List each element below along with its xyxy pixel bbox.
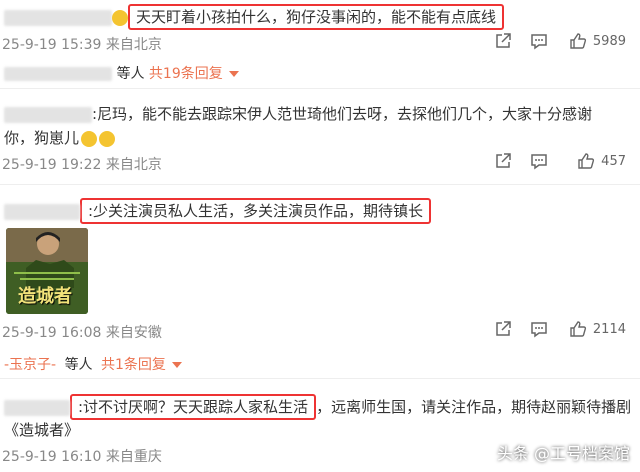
view-replies-link[interactable]: 共19条回复 <box>149 66 239 82</box>
comment-text-line-1: :尼玛，能不能去跟踪宋伊人范世琦他们去呀，去探他们几个，大家十分感谢 <box>92 105 593 123</box>
share-icon <box>496 153 511 168</box>
comment-actions: 5989 <box>482 32 626 50</box>
comment-icon <box>531 34 547 50</box>
comment-time: 25-9-19 16:08 <box>2 325 102 341</box>
like-button[interactable]: 2114 <box>554 320 626 338</box>
comment-icon <box>531 154 547 170</box>
share-button[interactable] <box>488 320 518 338</box>
like-icon <box>570 321 586 337</box>
comment-meta: 25-9-19 16:10 来自重庆 <box>2 446 162 466</box>
divider <box>0 378 640 379</box>
like-icon <box>570 33 586 49</box>
like-count: 2114 <box>592 321 626 337</box>
username-blurred[interactable]: xxxxxxxxxx <box>4 106 92 123</box>
comment-text: 天天盯着小孩拍什么，狗仔没事闲的，能不能有点底线 <box>136 8 497 26</box>
divider <box>0 184 640 185</box>
comment-text-row: xxxxxxxxxxxxx 天天盯着小孩拍什么，狗仔没事闲的，能不能有点底线 <box>4 4 505 30</box>
comment-location: 来自北京 <box>105 157 162 173</box>
divider <box>0 88 640 89</box>
username-blurred[interactable]: xxxxxxxxxxxxx <box>4 9 112 26</box>
reply-summary: xxxxxxxxx 等人 共19条回复 <box>4 63 239 83</box>
comment-text-rest: ，远离师生国，请关注作品，期待赵丽颖待播剧 <box>316 398 632 416</box>
comment-icon <box>531 322 547 338</box>
reply-user[interactable]: -玉京子- <box>4 357 56 373</box>
reply-others-label: 等人 <box>116 66 145 82</box>
view-replies-link[interactable]: 共1条回复 <box>101 357 182 373</box>
comment-meta: 25-9-19 15:39 来自北京 <box>2 34 162 54</box>
username-blurred[interactable]: xxxxxxx <box>4 399 70 416</box>
comment-text-row: xxxxxxx :少关注演员私人生活，多关注演员作品，期待镇长 <box>4 198 432 224</box>
comment-time: 25-9-19 15:39 <box>2 37 102 53</box>
share-icon <box>496 321 511 336</box>
like-count: 5989 <box>592 33 626 49</box>
crying-emoji-icon <box>99 130 116 147</box>
comment-meta: 25-9-19 16:08 来自安徽 <box>2 322 162 342</box>
emoji-icon <box>112 9 128 26</box>
comment-location: 来自重庆 <box>105 449 162 465</box>
comment-text-row-2: 你，狗崽儿 <box>4 128 116 148</box>
comment-button[interactable] <box>524 152 554 170</box>
reply-count-label: 共1条回复 <box>101 357 166 373</box>
reply-others-label: 等人 <box>64 357 93 373</box>
like-button[interactable]: 457 <box>554 152 626 170</box>
image-caption: 造城者 <box>18 286 72 307</box>
reply-users-blurred[interactable]: xxxxxxxxx <box>4 67 112 81</box>
comment-text-line-2: 《造城者》 <box>4 421 80 439</box>
crying-emoji-icon <box>81 130 98 147</box>
comment-location: 来自安徽 <box>105 325 162 341</box>
comment-actions: 2114 <box>482 320 626 338</box>
comment-button[interactable] <box>524 320 554 338</box>
comment-button[interactable] <box>524 32 554 50</box>
caret-down-icon <box>228 71 239 77</box>
like-icon <box>578 153 595 169</box>
like-count: 457 <box>601 153 626 169</box>
caret-down-icon <box>171 362 182 368</box>
comment-text-row: xxxxxxx :讨不讨厌啊？天天跟踪人家私生活 ，远离师生国，请关注作品，期待赵丽… <box>4 394 631 420</box>
comment-text-row: xxxxxxxxxx:尼玛，能不能去跟踪宋伊人范世琦他们去呀，去探他们几个，大家… <box>4 104 592 124</box>
share-icon <box>496 33 511 48</box>
comment-image[interactable]: 造城者 <box>6 228 88 314</box>
comment-text-line-2: 你，狗崽儿 <box>4 129 80 147</box>
username-blurred[interactable]: xxxxxxx <box>4 203 80 220</box>
reply-count-label: 共19条回复 <box>148 66 223 82</box>
highlight-box: :讨不讨厌啊？天天跟踪人家私生活 <box>70 394 317 420</box>
comment-meta: 25-9-19 19:22 来自北京 <box>2 154 162 174</box>
watermark: 头条 @工号档案馆 <box>496 444 630 463</box>
comment-time: 25-9-19 16:10 <box>2 449 102 465</box>
highlight-box: 天天盯着小孩拍什么，狗仔没事闲的，能不能有点底线 <box>128 4 505 30</box>
share-button[interactable] <box>488 152 518 170</box>
comment-location: 来自北京 <box>105 37 162 53</box>
reply-summary: -玉京子- 等人 共1条回复 <box>4 354 182 374</box>
comment-actions: 457 <box>482 152 626 170</box>
highlight-box: :少关注演员私人生活，多关注演员作品，期待镇长 <box>80 198 432 224</box>
comment-time: 25-9-19 19:22 <box>2 157 102 173</box>
comment-text-boxed: :讨不讨厌啊？天天跟踪人家私生活 <box>78 398 309 416</box>
share-button[interactable] <box>488 32 518 50</box>
comment-text-row-2: 《造城者》 <box>4 420 79 440</box>
like-button[interactable]: 5989 <box>554 32 626 50</box>
comment-text: :少关注演员私人生活，多关注演员作品，期待镇长 <box>88 202 424 220</box>
